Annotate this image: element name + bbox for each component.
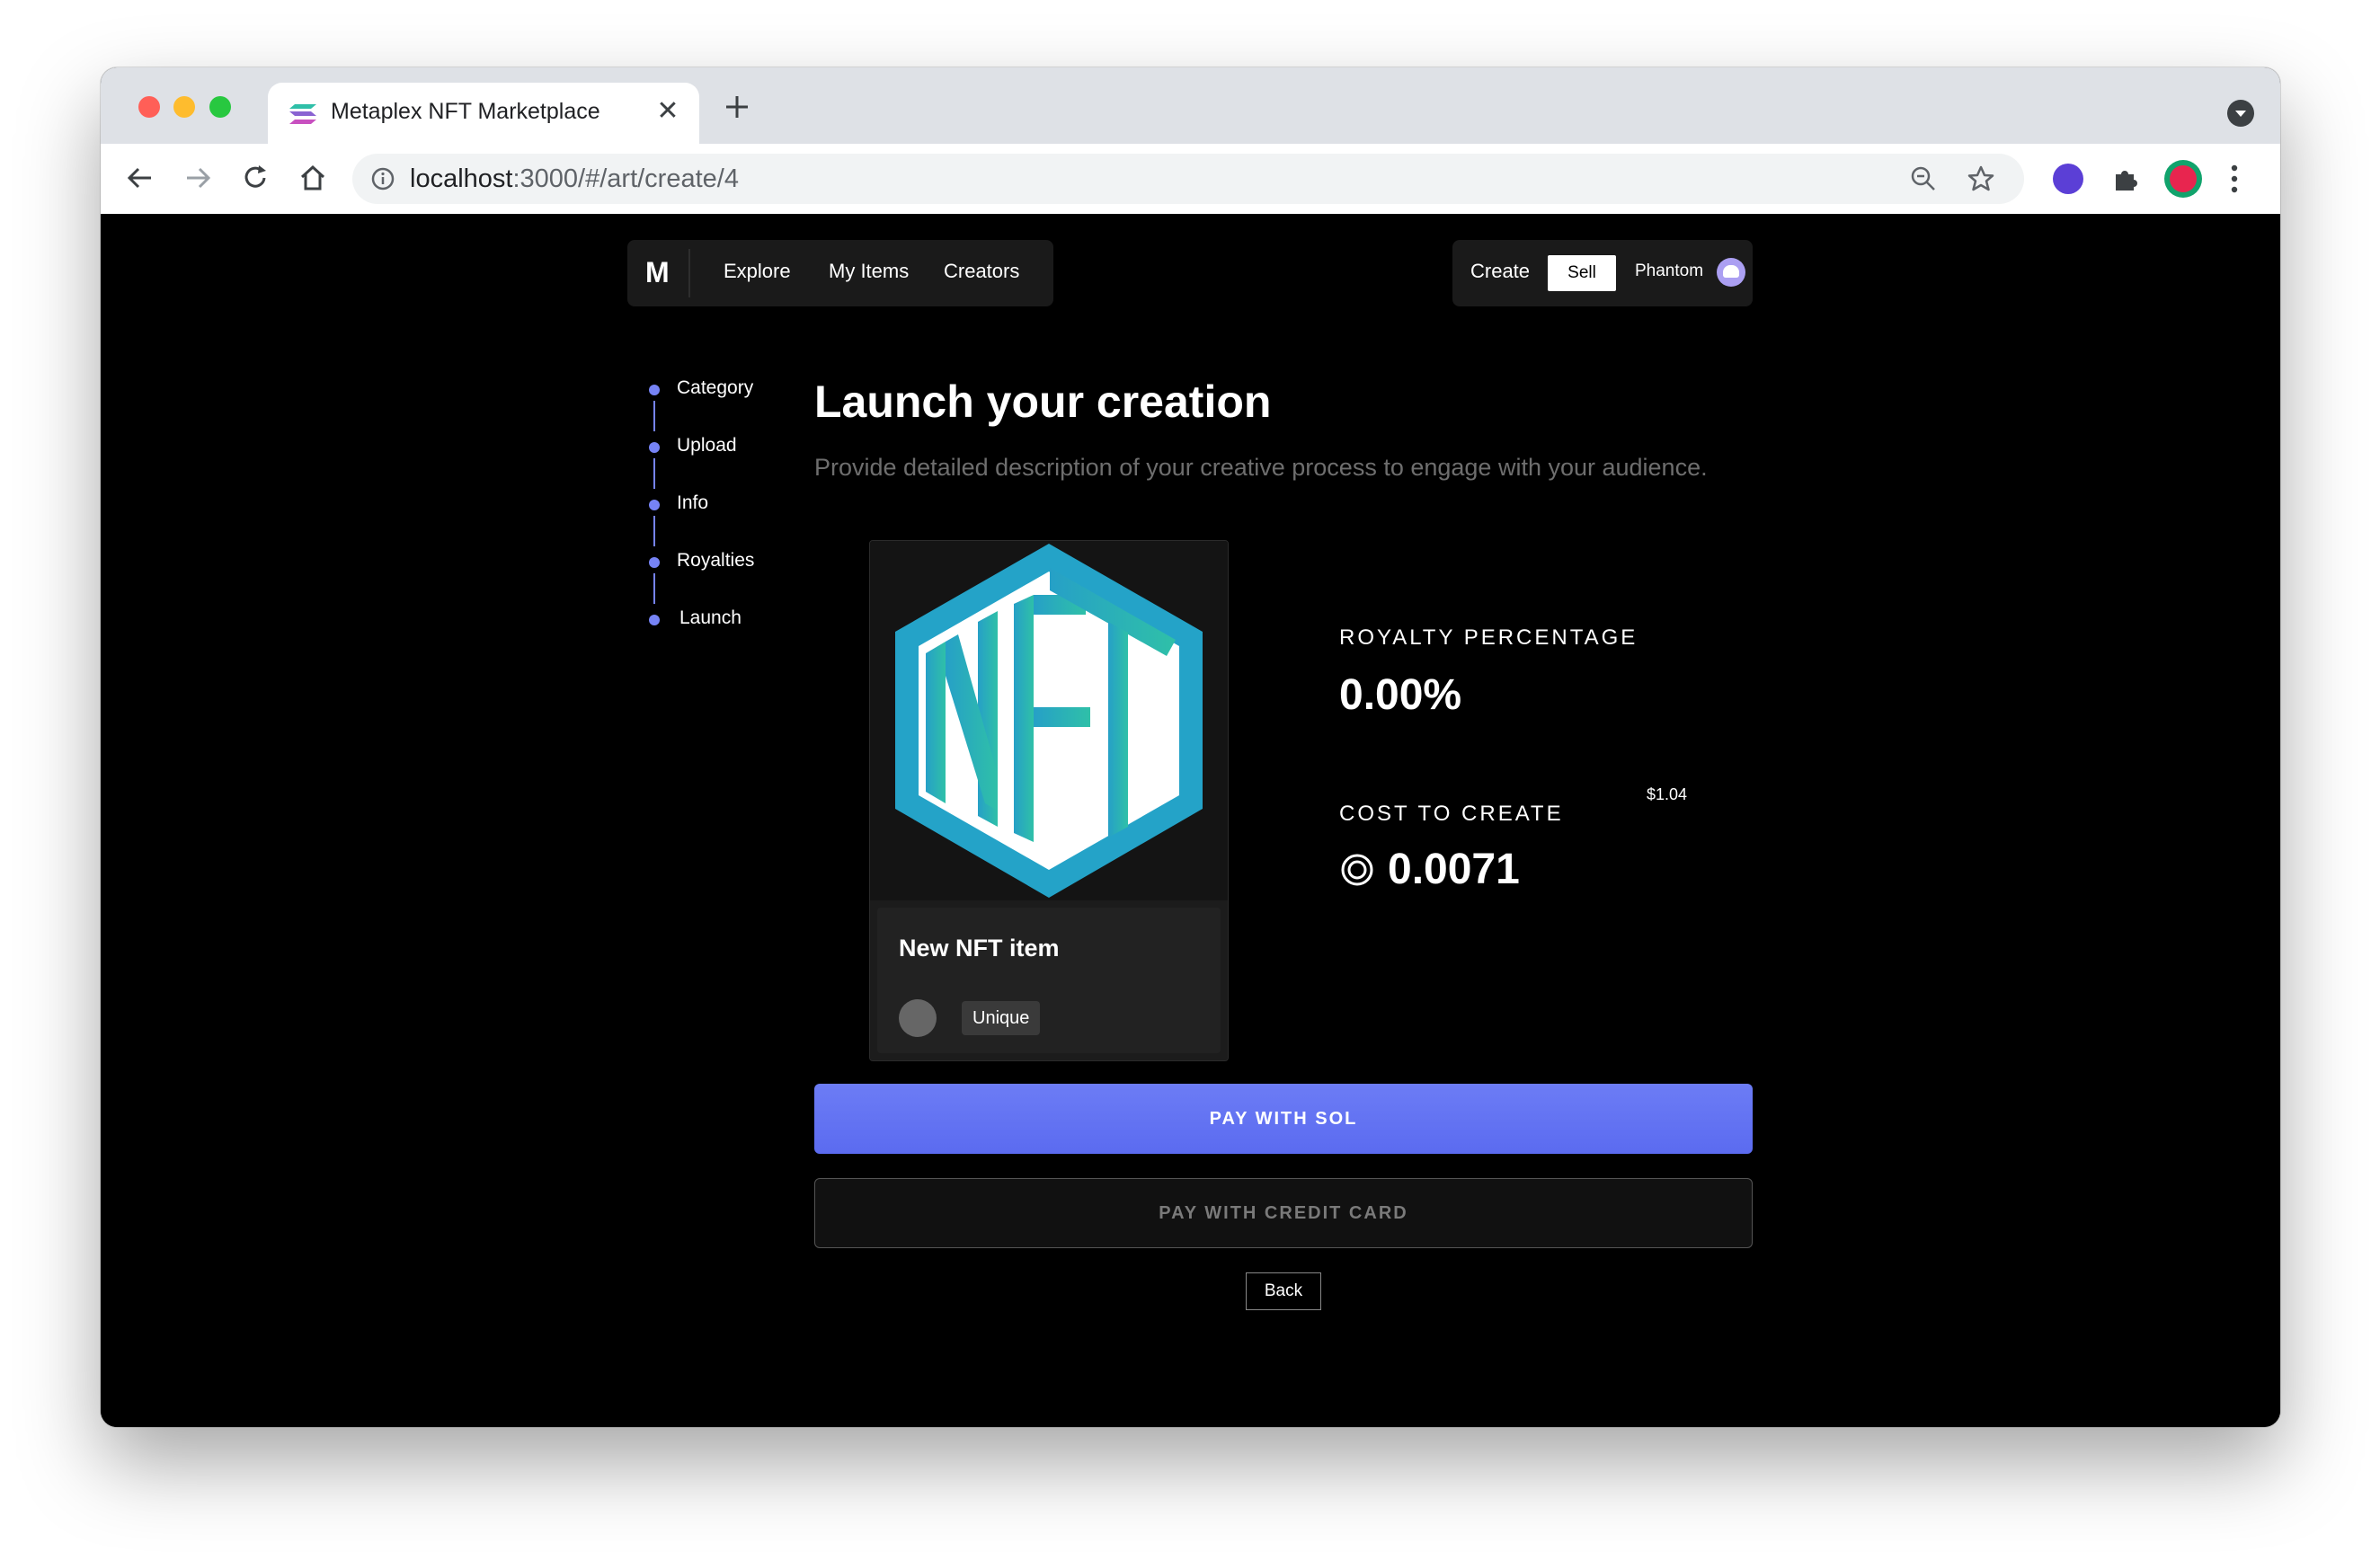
card-info: New NFT item Unique [877,908,1221,1053]
solana-favicon-icon [289,104,316,124]
royalty-value: 0.00% [1339,671,1462,719]
edition-badge: Unique [962,1001,1041,1035]
close-tab-icon[interactable]: ✕ [654,95,681,127]
tab-title: Metaplex NFT Marketplace [331,99,600,124]
url-text: localhost:3000/#/art/create/4 [410,164,739,194]
address-bar[interactable]: localhost:3000/#/art/create/4 [352,154,2024,204]
browser-toolbar: localhost:3000/#/art/create/4 [101,144,2280,215]
puzzle-icon[interactable] [2110,164,2141,194]
wallet-label[interactable]: Phantom [1635,261,1703,281]
step-dot [649,557,660,568]
card-footer: New NFT item Unique [870,900,1228,1060]
phantom-extension-icon[interactable] [2053,164,2083,194]
step-dot [649,442,660,453]
sell-button[interactable]: Sell [1548,255,1616,291]
info-icon[interactable] [370,166,395,191]
step-connector [653,401,655,431]
nav-link-my-items[interactable]: My Items [829,260,909,283]
cost-value: 0.0071 [1388,846,1520,893]
maximize-window-button[interactable] [209,96,231,118]
zoom-icon[interactable] [1909,164,1938,193]
profile-avatar[interactable] [2164,160,2202,198]
step-dot [649,615,660,625]
chevron-down-icon [2235,111,2246,117]
nft-image [870,541,1228,900]
phantom-wallet-icon[interactable] [1717,258,1745,287]
reload-icon[interactable] [239,162,271,194]
url-host: localhost [410,164,513,193]
close-window-button[interactable] [138,96,160,118]
new-tab-icon[interactable] [723,93,751,121]
nav-link-creators[interactable]: Creators [944,260,1019,283]
cost-label: COST TO CREATE [1339,802,1564,826]
nav-divider [688,249,690,297]
step-launch[interactable]: Launch [679,607,742,629]
step-dot [649,500,660,510]
pay-with-sol-button[interactable]: PAY WITH SOL [814,1084,1753,1154]
more-vert-icon[interactable] [2229,162,2240,196]
royalty-label: ROYALTY PERCENTAGE [1339,625,1638,650]
page-title: Launch your creation [814,377,1272,427]
browser-tab[interactable]: Metaplex NFT Marketplace ✕ [268,83,699,144]
sol-coin-icon [1341,854,1373,886]
account-nav: Create Sell Phantom [1452,240,1753,306]
pay-with-credit-card-button[interactable]: PAY WITH CREDIT CARD [814,1178,1753,1248]
main-nav: M Explore My Items Creators [627,240,1053,306]
step-upload[interactable]: Upload [677,435,737,456]
creator-avatar[interactable] [899,999,937,1037]
nft-title: New NFT item [899,935,1060,962]
step-info[interactable]: Info [677,492,708,514]
step-royalties[interactable]: Royalties [677,550,754,572]
back-button[interactable]: Back [1246,1272,1321,1310]
minimize-window-button[interactable] [173,96,195,118]
step-connector [653,516,655,546]
star-icon[interactable] [1967,164,1995,193]
tab-search-button[interactable] [2227,100,2254,127]
home-icon[interactable] [297,162,329,194]
page-subtitle: Provide detailed description of your cre… [814,454,1708,481]
step-dot [649,385,660,395]
browser-window: Metaplex NFT Marketplace ✕ localhost:300… [101,67,2280,1427]
nft-preview-card[interactable]: New NFT item Unique [869,540,1229,1061]
step-category[interactable]: Category [677,377,753,399]
cost-usd: $1.04 [1647,785,1688,803]
url-path: :3000/#/art/create/4 [512,164,739,193]
arrow-left-icon[interactable] [124,162,156,194]
nav-link-explore[interactable]: Explore [724,260,791,283]
arrow-right-icon[interactable] [182,162,214,194]
step-connector [653,573,655,604]
create-link[interactable]: Create [1470,260,1530,283]
nft-logo-icon [895,544,1203,898]
page-content: M Explore My Items Creators Create Sell … [101,214,2280,1427]
metaplex-logo[interactable]: M [645,256,670,289]
tab-strip: Metaplex NFT Marketplace ✕ [101,67,2280,144]
step-connector [653,458,655,489]
